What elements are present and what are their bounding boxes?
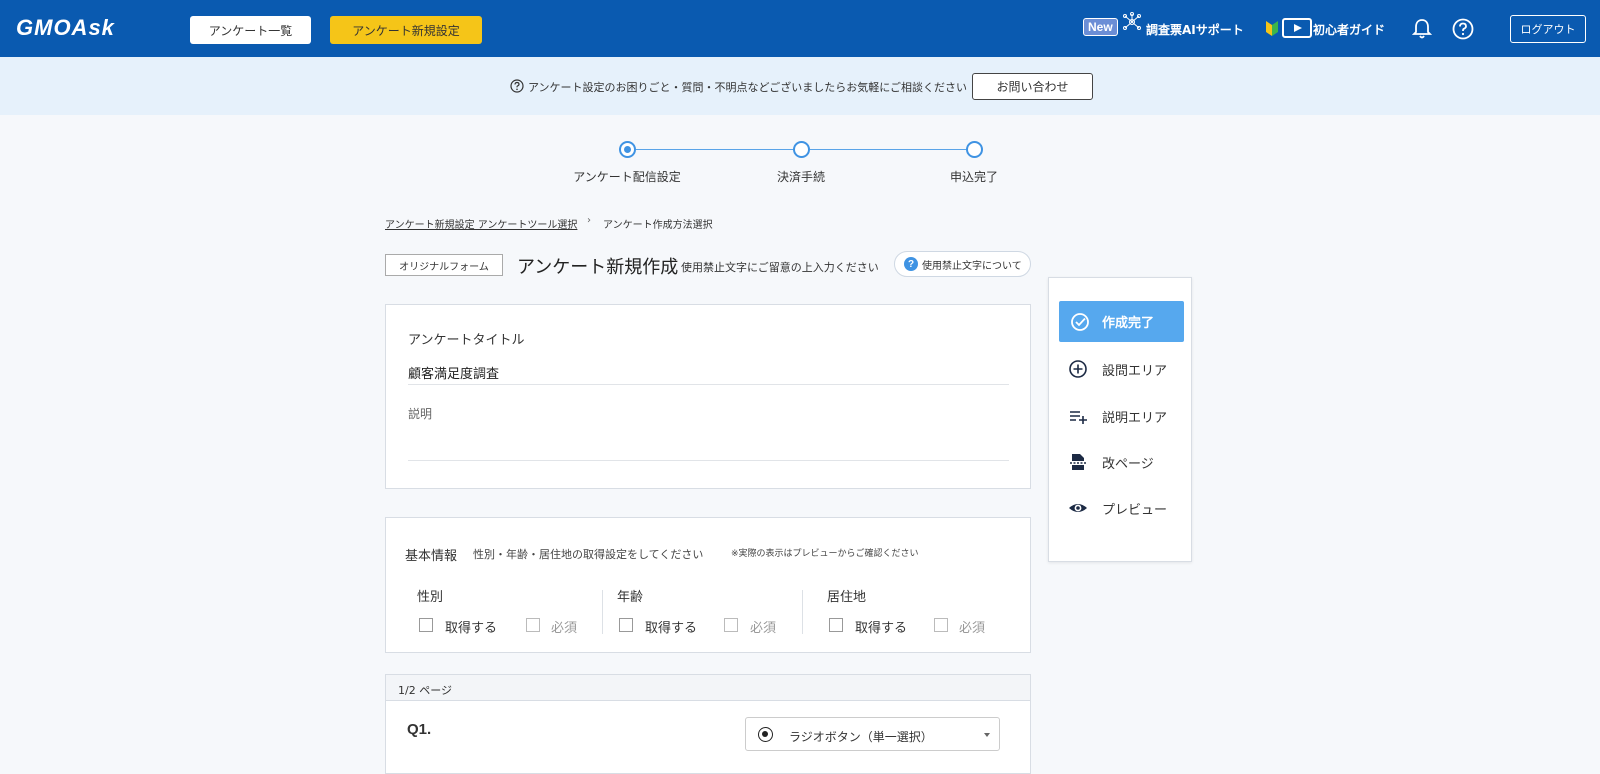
step-dot-1	[619, 141, 636, 158]
breadcrumb-current: アンケート作成方法選択	[603, 220, 713, 231]
gender-title: 性別	[417, 590, 444, 605]
residence-acquire-label: 取得する	[855, 621, 908, 636]
contact-button[interactable]: お問い合わせ	[972, 73, 1093, 100]
question-type-select[interactable]: ラジオボタン（単一選択）	[745, 717, 1000, 751]
description-input[interactable]: 説明	[408, 405, 432, 422]
gender-required-checkbox[interactable]	[526, 618, 540, 632]
step-label-2: 決済手続	[776, 170, 825, 184]
divider	[602, 590, 603, 634]
video-icon	[1282, 18, 1312, 38]
step-dot-2	[793, 141, 810, 158]
basic-info-subtitle: 性別・年齢・居住地の取得設定をしてください	[473, 548, 704, 561]
residence-required-checkbox[interactable]	[934, 618, 948, 632]
eye-icon	[1069, 504, 1087, 512]
page-title: アンケート新規作成	[517, 257, 679, 278]
question-icon: ?	[904, 257, 918, 271]
page-header: 1/2 ページ	[386, 675, 1030, 701]
chevron-down-icon	[984, 733, 990, 737]
ai-support-link[interactable]: 調査票AIサポート	[1146, 21, 1244, 38]
page-indicator: 1/2 ページ	[398, 684, 452, 697]
age-acquire-label: 取得する	[645, 621, 698, 636]
divider	[408, 460, 1009, 461]
add-description-button[interactable]: 説明エリア	[1049, 398, 1193, 434]
network-icon	[1123, 12, 1141, 30]
question-circle-icon	[510, 79, 524, 93]
age-title: 年齢	[617, 590, 644, 605]
question-card: 1/2 ページ Q1. ラジオボタン（単一選択）	[385, 674, 1031, 774]
survey-title-label: アンケートタイトル	[408, 333, 525, 348]
playlist-add-icon	[1070, 411, 1087, 424]
step-label-3: 申込完了	[949, 170, 998, 184]
residence-acquire-checkbox[interactable]	[829, 618, 843, 632]
add-description-label: 説明エリア	[1102, 411, 1168, 426]
preview-label: プレビュー	[1102, 503, 1168, 518]
age-required-checkbox[interactable]	[724, 618, 738, 632]
help-icon[interactable]	[1452, 18, 1474, 40]
top-header: GMOAsk アンケート一覧 アンケート新規設定 New 調査票AIサポート 初…	[0, 0, 1600, 57]
breadcrumb-separator: ›	[587, 215, 591, 226]
beginner-guide-icons[interactable]	[1265, 18, 1312, 38]
beginner-mark-icon	[1266, 21, 1278, 36]
step-dot-3	[966, 141, 983, 158]
radio-button-icon	[758, 727, 773, 742]
age-required-label: 必須	[750, 621, 777, 636]
complete-button[interactable]: 作成完了	[1059, 301, 1184, 342]
basic-info-card: 基本情報 性別・年齢・居住地の取得設定をしてください ※実際の表示はプレビューか…	[385, 517, 1031, 653]
gender-acquire-label: 取得する	[445, 621, 498, 636]
logout-button[interactable]: ログアウト	[1510, 15, 1586, 43]
gender-required-label: 必須	[551, 621, 578, 636]
preview-button[interactable]: プレビュー	[1049, 490, 1193, 526]
divider	[408, 384, 1009, 385]
banned-chars-button[interactable]: ? 使用禁止文字について	[894, 251, 1031, 277]
page-break-button[interactable]: 改ページ	[1049, 444, 1193, 480]
survey-title-input[interactable]: 顧客満足度調査	[408, 363, 499, 382]
question-number: Q1.	[407, 721, 432, 738]
residence-title: 居住地	[827, 590, 867, 605]
add-question-button[interactable]: 設問エリア	[1049, 351, 1193, 387]
page-note: 使用禁止文字にご留意の上入力ください	[681, 261, 879, 274]
survey-title-card: アンケートタイトル 顧客満足度調査 説明	[385, 304, 1031, 489]
add-question-label: 設問エリア	[1102, 364, 1168, 379]
survey-list-button[interactable]: アンケート一覧	[190, 16, 311, 44]
gender-acquire-checkbox[interactable]	[419, 618, 433, 632]
page-break-label: 改ページ	[1102, 457, 1154, 472]
beginner-guide-link[interactable]: 初心者ガイド	[1313, 21, 1385, 38]
complete-label: 作成完了	[1102, 316, 1155, 331]
page-break-icon	[1070, 454, 1086, 470]
question-type-value: ラジオボタン（単一選択）	[789, 730, 933, 744]
form-type-tag: オリジナルフォーム	[385, 254, 503, 276]
age-acquire-checkbox[interactable]	[619, 618, 633, 632]
new-badge: New	[1083, 18, 1118, 36]
step-connector	[636, 149, 793, 150]
divider	[802, 590, 803, 634]
banned-chars-label: 使用禁止文字について	[922, 260, 1022, 272]
editor-side-panel: 作成完了 設問エリア 説明エリア 改ページ プレビュー	[1048, 277, 1192, 562]
basic-info-title: 基本情報	[405, 549, 458, 564]
gmo-ask-logo[interactable]: GMOAsk	[16, 15, 115, 41]
bell-icon[interactable]	[1412, 18, 1432, 40]
basic-info-note: ※実際の表示はプレビューからご確認ください	[731, 549, 919, 559]
breadcrumb-link[interactable]: アンケート新規設定 アンケートツール選択	[385, 216, 577, 231]
new-survey-button[interactable]: アンケート新規設定	[330, 16, 482, 44]
step-label-1: アンケート配信設定	[573, 170, 681, 184]
check-circle-icon	[1071, 313, 1089, 331]
plus-circle-icon	[1069, 360, 1087, 378]
step-connector	[810, 149, 967, 150]
residence-required-label: 必須	[959, 621, 986, 636]
help-banner-text: アンケート設定のお困りごと・質問・不明点などございましたらお気軽にご相談ください	[528, 81, 968, 94]
